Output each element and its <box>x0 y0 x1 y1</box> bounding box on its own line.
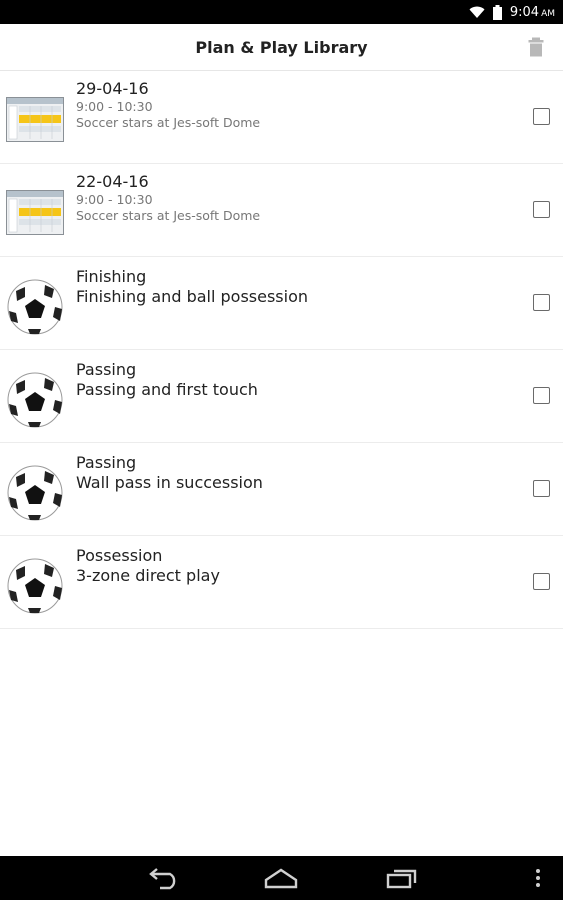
list-item[interactable]: Passing Wall pass in succession <box>0 443 563 536</box>
item-category: Possession <box>76 546 163 565</box>
item-location: Soccer stars at Jes-soft Dome <box>76 208 261 223</box>
select-checkbox[interactable] <box>533 108 550 125</box>
clock-ampm: AM <box>541 8 555 19</box>
recent-apps-icon[interactable] <box>385 866 419 890</box>
list-item[interactable]: Passing Passing and first touch <box>0 350 563 443</box>
item-name: Passing and first touch <box>76 380 258 399</box>
overflow-menu-icon[interactable] <box>534 866 542 890</box>
item-category: Passing <box>76 453 137 472</box>
library-list: 29-04-16 9:00 - 10:30 Soccer stars at Je… <box>0 71 563 629</box>
item-name: 3-zone direct play <box>76 566 220 585</box>
back-icon[interactable] <box>146 866 180 890</box>
item-category: Finishing <box>76 267 147 286</box>
select-checkbox[interactable] <box>533 480 550 497</box>
item-date: 22-04-16 <box>76 172 149 191</box>
page-title: Plan & Play Library <box>195 37 368 57</box>
clock-time: 9:04 <box>509 4 540 20</box>
soccer-ball-icon <box>7 372 63 428</box>
item-location: Soccer stars at Jes-soft Dome <box>76 115 261 130</box>
soccer-ball-icon <box>7 465 63 521</box>
select-checkbox[interactable] <box>533 201 550 218</box>
item-name: Finishing and ball possession <box>76 287 309 306</box>
trash-icon[interactable] <box>527 37 545 57</box>
calendar-icon <box>6 190 64 235</box>
clock: 9:04 AM <box>510 5 555 20</box>
battery-icon <box>492 4 502 20</box>
select-checkbox[interactable] <box>533 294 550 311</box>
list-item[interactable]: Possession 3-zone direct play <box>0 536 563 629</box>
wifi-icon <box>469 6 485 18</box>
item-time: 9:00 - 10:30 <box>76 99 153 114</box>
item-name: Wall pass in succession <box>76 473 263 492</box>
item-time: 9:00 - 10:30 <box>76 192 153 207</box>
navigation-bar <box>0 856 563 900</box>
home-icon[interactable] <box>263 866 299 890</box>
item-date: 29-04-16 <box>76 79 149 98</box>
item-category: Passing <box>76 360 137 379</box>
list-item[interactable]: 22-04-16 9:00 - 10:30 Soccer stars at Je… <box>0 164 563 257</box>
list-item[interactable]: Finishing Finishing and ball possession <box>0 257 563 350</box>
list-item[interactable]: 29-04-16 9:00 - 10:30 Soccer stars at Je… <box>0 71 563 164</box>
soccer-ball-icon <box>7 279 63 335</box>
soccer-ball-icon <box>7 558 63 614</box>
select-checkbox[interactable] <box>533 573 550 590</box>
status-bar: 9:04 AM <box>0 0 563 24</box>
calendar-icon <box>6 97 64 142</box>
select-checkbox[interactable] <box>533 387 550 404</box>
action-bar: Plan & Play Library <box>0 24 563 71</box>
